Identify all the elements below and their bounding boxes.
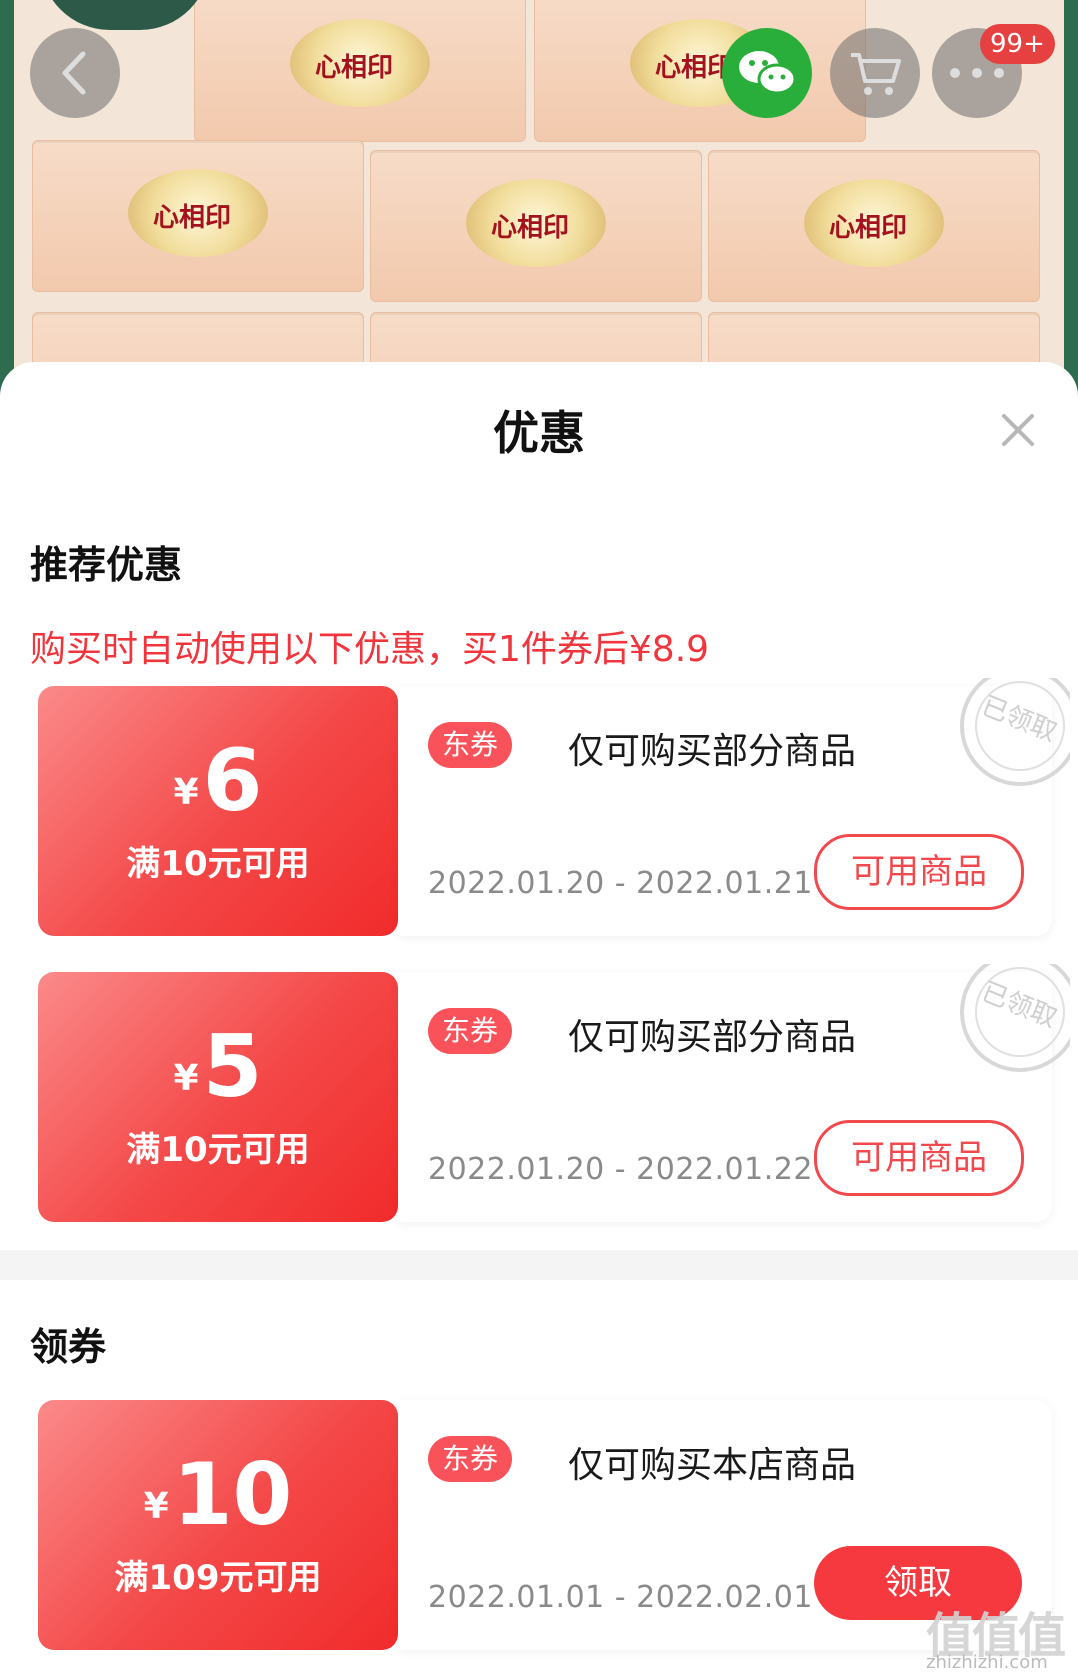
currency-symbol: ¥	[173, 772, 199, 813]
coupon-card: ¥6 满10元可用 东券 仅可购买部分商品 2022.01.20 - 2022.…	[38, 678, 1070, 936]
coupon-condition: 满109元可用	[114, 1558, 322, 1598]
tissue-box: 心相印	[708, 150, 1040, 302]
product-image-area: 心相印 心相印 心相印 心相印 心相印 99+	[0, 0, 1078, 400]
coupon-amount-row: ¥5	[38, 1024, 398, 1110]
coupon-card: ¥10 满109元可用 东券 仅可购买本店商品 2022.01.01 - 202…	[38, 1400, 1052, 1650]
watermark-text: zhizhizhi.com	[926, 1652, 1048, 1673]
coupon-amount: 10	[172, 1445, 293, 1545]
section-divider	[0, 1250, 1078, 1280]
tissue-box: 心相印	[370, 150, 702, 302]
chevron-left-icon	[62, 51, 86, 95]
coupon-date-range: 2022.01.01 - 2022.02.01	[428, 1580, 813, 1615]
currency-symbol: ¥	[173, 1058, 199, 1099]
coupon-condition: 满10元可用	[126, 1130, 310, 1170]
eligible-products-button[interactable]: 可用商品	[814, 1120, 1024, 1196]
coupon-detail-panel: 东券 仅可购买部分商品 2022.01.20 - 2022.01.21 可用商品…	[398, 678, 1070, 936]
more-dots-icon	[950, 68, 1004, 78]
close-icon[interactable]	[998, 410, 1038, 450]
cart-button[interactable]	[830, 28, 920, 118]
eligible-products-button[interactable]: 可用商品	[814, 834, 1024, 910]
section-title-recommended: 推荐优惠	[30, 543, 183, 587]
sheet-title: 优惠	[493, 406, 585, 460]
cart-icon	[851, 53, 901, 95]
coupon-type-tag: 东券	[428, 1008, 513, 1054]
coupon-condition: 满10元可用	[126, 844, 310, 884]
claimed-stamp-icon: 已领取	[960, 964, 1070, 1072]
claimed-stamp-icon: 已领取	[960, 678, 1070, 786]
tissue-box: 心相印	[32, 140, 364, 292]
coupon-description: 仅可购买部分商品	[568, 731, 857, 772]
coupon-detail-panel: 东券 仅可购买部分商品 2022.01.20 - 2022.01.22 可用商品…	[398, 964, 1070, 1222]
tissue-box: 心相印	[194, 0, 526, 142]
back-button[interactable]	[30, 28, 120, 118]
coupon-date-range: 2022.01.20 - 2022.01.22	[428, 1152, 813, 1187]
coupon-amount: 5	[202, 1017, 263, 1117]
site-watermark: 值值值 zhizhizhi.com	[926, 1596, 1076, 1676]
coupon-type-tag: 东券	[428, 722, 513, 768]
section-title-claim: 领券	[30, 1325, 107, 1369]
tissue-box: 心相印	[534, 0, 866, 142]
wechat-icon	[739, 51, 797, 95]
coupon-amount-row: ¥6	[38, 738, 398, 824]
coupon-value-panel: ¥5 满10元可用	[38, 972, 398, 1222]
share-wechat-button[interactable]	[722, 28, 812, 118]
coupon-amount-row: ¥10	[38, 1452, 398, 1538]
coupon-type-tag: 东券	[428, 1436, 513, 1482]
coupon-value-panel: ¥6 满10元可用	[38, 686, 398, 936]
auto-apply-notice: 购买时自动使用以下优惠，买1件券后¥8.9	[30, 629, 710, 670]
coupon-description: 仅可购买部分商品	[568, 1017, 857, 1058]
coupon-date-range: 2022.01.20 - 2022.01.21	[428, 866, 813, 901]
stamp-text: 已领取	[977, 691, 1061, 748]
coupon-value-panel: ¥10 满109元可用	[38, 1400, 398, 1650]
coupon-sheet: 优惠 推荐优惠 购买时自动使用以下优惠，买1件券后¥8.9 ¥6 满10元可用 …	[0, 362, 1078, 1678]
coupon-description: 仅可购买本店商品	[568, 1445, 857, 1486]
stamp-text: 已领取	[977, 977, 1061, 1034]
coupon-card: ¥5 满10元可用 东券 仅可购买部分商品 2022.01.20 - 2022.…	[38, 964, 1070, 1222]
cart-badge: 99+	[980, 24, 1055, 64]
coupon-amount: 6	[202, 731, 263, 831]
currency-symbol: ¥	[143, 1486, 169, 1527]
